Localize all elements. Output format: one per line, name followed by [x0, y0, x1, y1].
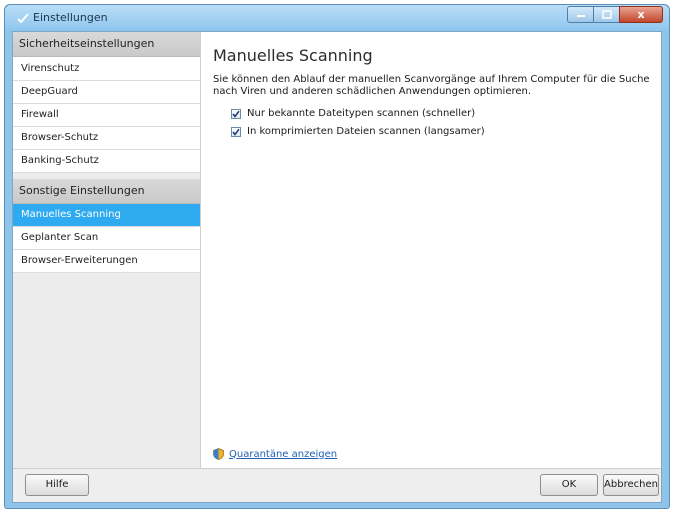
option-known-filetypes[interactable]: Nur bekannte Dateitypen scannen (schnell… [231, 108, 658, 119]
close-icon: x [637, 8, 645, 21]
compressed-files-label: In komprimierten Dateien scannen (langsa… [247, 126, 485, 137]
sidebar-item-virenschutz[interactable]: Virenschutz [13, 57, 200, 81]
maximize-icon [601, 10, 612, 19]
settings-content: Manuelles Scanning Sie können den Ablauf… [213, 46, 658, 137]
sidebar-group-header-other: Sonstige Einstellungen [13, 179, 200, 204]
maximize-button[interactable] [593, 6, 619, 23]
help-button[interactable]: Hilfe [25, 474, 89, 496]
option-compressed-files[interactable]: In komprimierten Dateien scannen (langsa… [231, 126, 658, 137]
window-controls: x [567, 6, 663, 23]
close-button[interactable]: x [619, 6, 663, 23]
sidebar-item-deepguard[interactable]: DeepGuard [13, 81, 200, 104]
sidebar-item-banking-schutz[interactable]: Banking-Schutz [13, 150, 200, 173]
checkmark-icon [232, 128, 240, 136]
dialog-footer: Hilfe OK Abbrechen [13, 468, 661, 502]
quarantine-link[interactable]: Quarantäne anzeigen [229, 449, 337, 460]
app-check-icon [17, 13, 29, 24]
ok-button[interactable]: OK [540, 474, 598, 496]
known-filetypes-checkbox[interactable] [231, 108, 241, 119]
sidebar-item-geplanter-scan[interactable]: Geplanter Scan [13, 227, 200, 250]
window-client-area: Sicherheitseinstellungen Virenschutz Dee… [12, 31, 662, 503]
window-title: Einstellungen [33, 11, 108, 24]
sidebar-item-manuelles-scanning[interactable]: Manuelles Scanning [13, 204, 200, 227]
page-title: Manuelles Scanning [213, 46, 373, 65]
page-description: Sie können den Ablauf der manuellen Scan… [213, 74, 650, 97]
sidebar-item-browser-erweiterungen[interactable]: Browser-Erweiterungen [13, 250, 200, 273]
checkmark-icon [232, 110, 240, 118]
sidebar-item-browser-schutz[interactable]: Browser-Schutz [13, 127, 200, 150]
sidebar-group-header-security: Sicherheitseinstellungen [13, 32, 200, 57]
settings-window: Einstellungen x Sicherheitseinstellungen… [4, 4, 670, 509]
compressed-files-checkbox[interactable] [231, 126, 241, 137]
minimize-icon [576, 14, 585, 17]
quarantine-row: Quarantäne anzeigen [213, 448, 337, 460]
minimize-button[interactable] [567, 6, 593, 23]
shield-icon [213, 448, 224, 460]
title-bar[interactable]: Einstellungen x [5, 5, 669, 31]
cancel-button[interactable]: Abbrechen [603, 474, 659, 496]
settings-sidebar: Sicherheitseinstellungen Virenschutz Dee… [13, 32, 201, 468]
sidebar-item-firewall[interactable]: Firewall [13, 104, 200, 127]
known-filetypes-label: Nur bekannte Dateitypen scannen (schnell… [247, 108, 476, 119]
